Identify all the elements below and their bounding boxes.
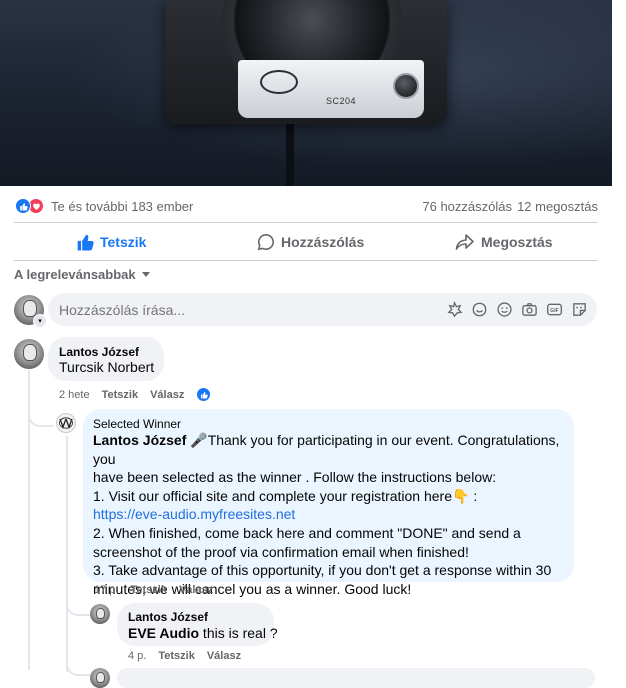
comment-meta: 17 p. Tetszik Válasz bbox=[94, 584, 213, 596]
commenter-avatar[interactable] bbox=[14, 339, 44, 369]
thumbs-up-icon bbox=[77, 234, 94, 251]
comment-text: EVE Audio this is real ? bbox=[128, 625, 278, 641]
comment-timestamp[interactable]: 17 p. bbox=[94, 584, 118, 596]
share-button[interactable]: Megosztás bbox=[455, 228, 553, 256]
comment-bubble: Lantos József EVE Audio this is real ? bbox=[117, 603, 278, 646]
comment-count[interactable]: 76 hozzászólás bbox=[422, 199, 512, 214]
post-image[interactable]: SC204 bbox=[0, 0, 612, 186]
comment-meta: 4 p. Tetszik Válasz bbox=[128, 650, 241, 662]
thread-line bbox=[66, 436, 68, 672]
comment-like-reaction-icon[interactable] bbox=[196, 387, 212, 402]
reaction-summary[interactable]: Te és további 183 ember bbox=[51, 199, 193, 214]
reply-connector bbox=[28, 405, 54, 427]
like-reaction-icon[interactable] bbox=[15, 198, 31, 214]
comment-reply-action[interactable]: Válasz bbox=[179, 584, 213, 596]
camera-icon[interactable] bbox=[521, 301, 538, 318]
eve-logo-icon bbox=[59, 417, 73, 429]
comment-button[interactable]: Hozzászólás bbox=[257, 228, 364, 256]
comment-button-label: Hozzászólás bbox=[281, 234, 365, 250]
reactions-row: Te és további 183 ember 76 hozzászólás 1… bbox=[15, 196, 598, 218]
comment-like-action[interactable]: Tetszik bbox=[102, 389, 138, 401]
microphone-emoji: 🎤 bbox=[190, 432, 208, 448]
comment-composer[interactable]: GIF bbox=[48, 293, 597, 326]
volume-knob bbox=[393, 73, 419, 99]
reply-connector bbox=[66, 596, 90, 616]
share-button-label: Megosztás bbox=[481, 234, 553, 250]
divider bbox=[14, 260, 598, 261]
comment-meta: 2 hete Tetszik Válasz bbox=[59, 387, 212, 402]
svg-text:GIF: GIF bbox=[550, 308, 559, 314]
like-button-label: Tetszik bbox=[100, 234, 147, 250]
comment-bubble-highlighted: Selected Winner Lantos József 🎤Thank you… bbox=[83, 409, 574, 597]
comment-timestamp[interactable]: 4 p. bbox=[128, 650, 146, 662]
comment-sort-label: A legrelevánsabbak bbox=[14, 267, 136, 282]
comment-reply-action[interactable]: Válasz bbox=[150, 389, 184, 401]
external-link[interactable]: https://eve-audio.myfreesites.net bbox=[93, 505, 568, 524]
speaker-stand bbox=[286, 120, 294, 186]
comment-bubble bbox=[117, 668, 595, 688]
chevron-down-icon[interactable]: ▾ bbox=[33, 314, 47, 328]
sticker-icon[interactable] bbox=[471, 301, 488, 318]
selected-winner-badge: Selected Winner bbox=[93, 417, 182, 431]
reply-connector bbox=[66, 660, 90, 676]
share-icon bbox=[455, 234, 474, 250]
gif-icon[interactable]: GIF bbox=[546, 301, 563, 318]
comment-bubble: Lantos József Turcsik Norbert bbox=[48, 337, 164, 381]
eve-logo-icon bbox=[260, 70, 298, 94]
commenter-avatar[interactable] bbox=[90, 604, 110, 624]
comment-author[interactable]: Lantos József bbox=[59, 345, 139, 359]
comment-like-action[interactable]: Tetszik bbox=[130, 584, 166, 596]
emoji-icon[interactable] bbox=[496, 301, 513, 318]
comment-input[interactable] bbox=[59, 302, 419, 318]
eve-audio-avatar[interactable] bbox=[56, 413, 76, 433]
comment-text: Lantos József 🎤Thank you for participati… bbox=[93, 431, 568, 598]
comment-icon bbox=[257, 233, 274, 251]
comment-author[interactable]: Lantos József bbox=[128, 610, 208, 624]
comment-timestamp[interactable]: 2 hete bbox=[59, 389, 90, 401]
divider bbox=[14, 222, 598, 223]
like-button[interactable]: Tetszik bbox=[76, 228, 146, 256]
comment-sort-dropdown[interactable]: A legrelevánsabbak bbox=[14, 267, 150, 282]
mention-link[interactable]: EVE Audio bbox=[128, 625, 199, 641]
avatar-sticker-icon[interactable] bbox=[446, 301, 463, 318]
sticker-face-icon[interactable] bbox=[571, 301, 588, 318]
share-count[interactable]: 12 megosztás bbox=[517, 199, 598, 214]
mention-link[interactable]: Lantos József bbox=[93, 432, 186, 448]
speaker-model-label: SC204 bbox=[326, 96, 357, 106]
comment-like-action[interactable]: Tetszik bbox=[158, 650, 194, 662]
commenter-avatar[interactable] bbox=[90, 668, 110, 688]
comment-reply-action[interactable]: Válasz bbox=[207, 650, 241, 662]
caret-down-icon bbox=[141, 272, 150, 277]
comment-text: Turcsik Norbert bbox=[59, 359, 155, 375]
